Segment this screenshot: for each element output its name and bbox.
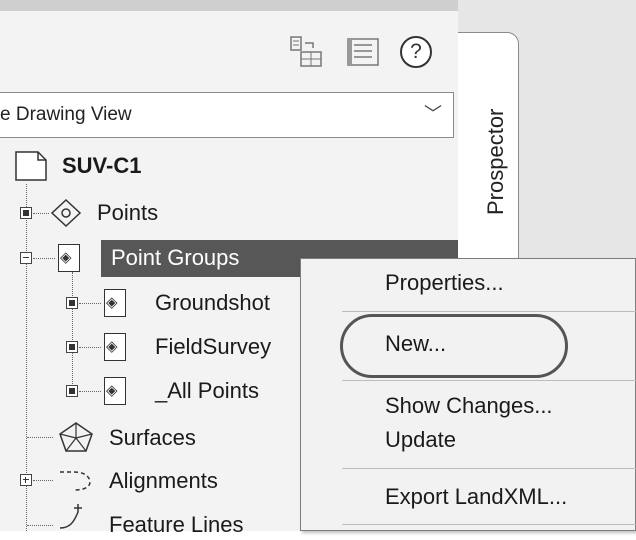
- alignment-icon: [60, 471, 91, 491]
- point-group-icon: [104, 333, 126, 361]
- menu-item-update[interactable]: Update: [385, 425, 456, 455]
- point-group-icon: [104, 377, 126, 405]
- tree-item-group[interactable]: FieldSurvey: [155, 332, 271, 362]
- tree-item-point-groups[interactable]: Point Groups: [111, 243, 239, 273]
- tree-line: [27, 525, 53, 526]
- tree-item-feature-lines[interactable]: Feature Lines: [109, 510, 244, 540]
- expand-box[interactable]: [66, 297, 78, 309]
- item-view-icon[interactable]: [287, 34, 327, 70]
- feature-line-icon: [59, 504, 82, 529]
- prospector-tab-label: Prospector: [483, 108, 508, 215]
- help-icon[interactable]: ?: [400, 36, 432, 68]
- expand-box[interactable]: [20, 474, 32, 486]
- tree-item-group[interactable]: Groundshot: [155, 288, 270, 318]
- menu-separator: [342, 380, 636, 381]
- point-icon: [50, 198, 82, 228]
- list-view-icon[interactable]: [344, 34, 384, 70]
- expand-box[interactable]: [66, 341, 78, 353]
- tree-line: [33, 213, 49, 214]
- tree-item-group[interactable]: _All Points: [155, 376, 259, 406]
- menu-item-properties[interactable]: Properties...: [385, 268, 504, 298]
- tree-item-alignments[interactable]: Alignments: [109, 466, 218, 496]
- collapse-box[interactable]: [20, 252, 32, 264]
- menu-separator: [342, 524, 636, 525]
- menu-separator: [342, 311, 636, 312]
- tree-line: [79, 391, 101, 392]
- chevron-down-icon[interactable]: ﹀: [424, 100, 442, 128]
- tree-line: [79, 303, 101, 304]
- menu-item-show-changes[interactable]: Show Changes...: [385, 391, 553, 421]
- tree-item-surfaces[interactable]: Surfaces: [109, 423, 196, 453]
- menu-item-export-landxml[interactable]: Export LandXML...: [385, 482, 567, 512]
- point-group-icon: [58, 244, 80, 272]
- expand-box[interactable]: [20, 207, 32, 219]
- tree-item-root[interactable]: SUV-C1: [62, 151, 141, 181]
- menu-separator: [342, 468, 636, 469]
- minus-icon: [23, 257, 29, 258]
- highlight-oval: [340, 314, 568, 378]
- tree-line: [33, 258, 55, 259]
- plus-icon: [23, 479, 29, 480]
- tree-line: [79, 347, 101, 348]
- tree-line: [33, 480, 53, 481]
- tree-line: [72, 272, 73, 388]
- point-group-icon: [104, 289, 126, 317]
- tree-line: [27, 437, 53, 438]
- expand-box[interactable]: [66, 385, 78, 397]
- title-strip: [0, 0, 458, 11]
- surface-icon: [59, 422, 93, 452]
- tree-item-points[interactable]: Points: [97, 198, 158, 228]
- drawing-icon: [15, 151, 47, 181]
- plus-icon: [25, 477, 26, 483]
- view-dropdown-value: e Drawing View: [0, 104, 132, 125]
